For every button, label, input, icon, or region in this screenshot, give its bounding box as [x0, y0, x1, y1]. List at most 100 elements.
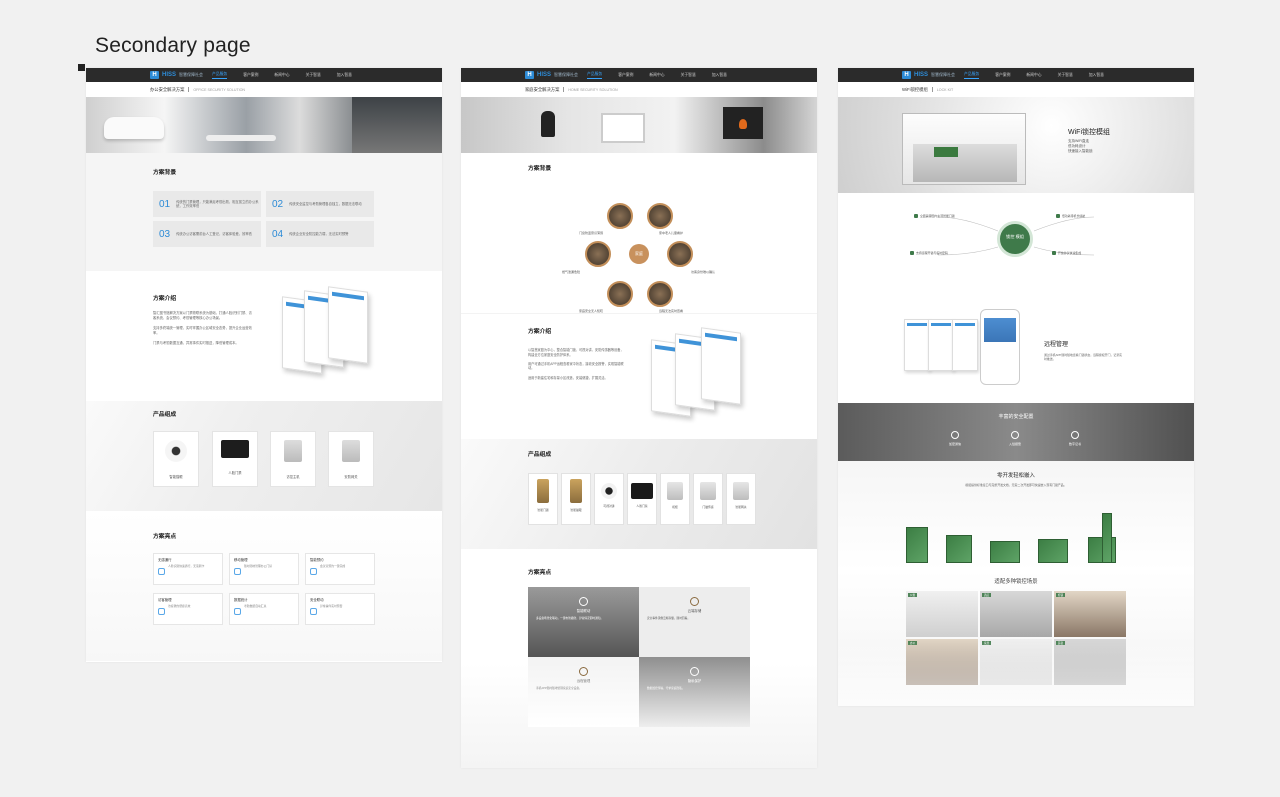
gateway-icon	[342, 440, 360, 462]
check-icon	[910, 251, 914, 255]
highlight-card: 访客管理 访客邀约便捷高效	[153, 593, 223, 625]
product-card[interactable]: 机柜	[660, 473, 690, 525]
product-card[interactable]: 人脸门禁	[212, 431, 258, 487]
lock-icon	[537, 479, 549, 503]
product-card[interactable]: 智能猫眼	[153, 431, 199, 487]
face-icon	[158, 568, 165, 575]
product-card[interactable]: 可视对讲	[594, 473, 624, 525]
board-image	[990, 541, 1020, 563]
highlight-card: 安全联动 异常事件实时预警	[305, 593, 375, 625]
scene-card[interactable]: 酒店	[980, 591, 1052, 637]
cloud-icon	[690, 597, 699, 606]
security-config-section: 丰富的安全配置 加密通信 入侵报警 数字证书	[838, 403, 1194, 461]
lock-icon	[690, 667, 699, 676]
nav-item-cases[interactable]: 客户案例	[618, 73, 633, 78]
check-icon	[1056, 214, 1060, 218]
breadcrumb: 办公安全解决方案 OFFICE SECURITY SOLUTION	[150, 86, 246, 92]
embed-section: 零开发轻松嵌入 模组提供标准接口与完整开发文档，无需二次开发即可快速嵌入现有门锁…	[838, 461, 1194, 571]
check-icon	[1052, 251, 1056, 255]
board-image	[946, 535, 972, 563]
nav-item-join[interactable]: 加入智慧	[337, 73, 352, 78]
background-card: 01 传统的门禁管理，只能满足考勤出勤，相互孤立的办公系统，工作效率低	[153, 191, 261, 217]
intro-text: 以智慧家庭为中心，整合智能门锁、可视对讲、安防传感器等设备，构建全方位家庭安全防…	[528, 348, 624, 380]
product-card[interactable]: 安防网关	[328, 431, 374, 487]
logo[interactable]: H HISS 智慧保障社会	[150, 71, 203, 79]
highlight-tile: 远程管理 手机APP随时随地管理家庭安全设备。	[528, 657, 639, 727]
chip-image	[934, 147, 958, 157]
product-card[interactable]: 智能门锁	[528, 473, 558, 525]
scene-image	[607, 203, 633, 229]
background-card: 04 传统企业安全防控能力弱，无法实时预警	[266, 221, 374, 247]
product-card[interactable]: 智能猫眼	[561, 473, 591, 525]
camera-icon	[601, 483, 617, 499]
logo[interactable]: H HISS 智慧保障社会	[902, 71, 955, 79]
module-center-badge: 锁控 模组	[997, 221, 1033, 257]
sensor-icon	[700, 482, 716, 500]
nav-item-news[interactable]: 新闻中心	[274, 73, 289, 78]
top-nav: H HISS 智慧保障社会 产品服务 客户案例 新闻中心 关于智慧 加入智慧	[461, 68, 817, 82]
calendar-icon	[310, 568, 317, 575]
phone-icon	[579, 667, 588, 676]
feature-item: 支持远程开锁与临时密码	[910, 251, 994, 255]
product-card[interactable]: 门磁传感	[693, 473, 723, 525]
background-card: 03 传统办公访客需前台人工登记，访客体验差，效率低	[153, 221, 261, 247]
cloud-icon	[234, 568, 241, 575]
nav-item-about[interactable]: 关于智慧	[681, 73, 696, 78]
intro-section: 方案介绍 智汇图书馆解决方案以门禁物联系统为基础，打通人脸识别门禁、访客系统、会…	[86, 271, 442, 401]
scene-image	[667, 241, 693, 267]
logo-icon: H	[150, 71, 159, 79]
nav-item-news[interactable]: 新闻中心	[1026, 73, 1041, 78]
scene-image	[647, 203, 673, 229]
shield-icon	[310, 608, 317, 615]
section-title: 方案背景	[153, 170, 177, 176]
scene-card[interactable]: 柜锁	[1054, 591, 1126, 637]
nav-item-products[interactable]: 产品服务	[964, 72, 980, 79]
page-heading: Secondary page	[95, 34, 251, 57]
logo-icon: H	[525, 71, 534, 79]
nav-item-join[interactable]: 加入智慧	[1089, 73, 1104, 78]
nav-item-about[interactable]: 关于智慧	[306, 73, 321, 78]
alarm-icon	[1011, 431, 1019, 439]
host-icon	[284, 440, 302, 462]
nav-item-products[interactable]: 产品服务	[587, 72, 603, 79]
app-screens-image	[282, 286, 376, 374]
mockup-wifi-lock-module: H HISS 智慧保障社会 产品服务 客户案例 新闻中心 关于智慧 加入智慧 W…	[838, 68, 1194, 706]
logo[interactable]: H HISS 智慧保障社会	[525, 71, 578, 79]
nav-item-cases[interactable]: 客户案例	[243, 73, 258, 78]
module-features-section: 锁控 模组 全面兼容国内主流智能门锁 支持远程开锁与临时密码 低功耗待机长续航 …	[838, 193, 1194, 305]
top-nav: H HISS 智慧保障社会 产品服务 客户案例 新闻中心 关于智慧 加入智慧	[838, 68, 1194, 82]
highlight-tile: 智能联动 多设备场景化联动，一键布防撤防，异常情况即时通知。	[528, 587, 639, 657]
scenarios-section: 适配多种锁控场景 公寓 酒店 柜锁 办公 家居 民宿	[838, 571, 1194, 706]
certificate-icon	[1071, 431, 1079, 439]
camera-icon	[165, 440, 187, 462]
scene-card[interactable]: 公寓	[906, 591, 978, 637]
module-banner: WiFi锁控模组 支持WiFi直连 低功耗设计 快速接入智能锁	[838, 97, 1194, 193]
security-item: 入侵报警	[1000, 431, 1030, 446]
product-card[interactable]: 人脸门禁	[627, 473, 657, 525]
security-item: 加密通信	[940, 431, 970, 446]
products-section: 产品组成 智能猫眼 人脸门禁 访控主机 安防网关	[86, 401, 442, 511]
nav-item-cases[interactable]: 客户案例	[995, 73, 1010, 78]
product-card[interactable]: 智能网关	[726, 473, 756, 525]
gateway-icon	[733, 482, 749, 500]
mockup-home-solution: H HISS 智慧保障社会 产品服务 客户案例 新闻中心 关于智慧 加入智慧 家…	[461, 68, 817, 768]
breadcrumb: WiFi锁控模组 LOCK KIT	[902, 86, 954, 92]
background-section: 方案背景 家庭 门窗防盗意识薄弱 家中老人儿童看护 燃气泄漏危险 访客身份难以确…	[528, 166, 715, 313]
highlight-tile: 隐私保护 数据加密传输，守护家庭隐私。	[639, 657, 750, 727]
mockup-office-solution: H HISS 智慧保障社会 产品服务 客户案例 新闻中心 关于智慧 加入智慧 办…	[86, 68, 442, 662]
top-nav: H HISS 智慧保障社会 产品服务 客户案例 新闻中心 关于智慧 加入智慧	[86, 68, 442, 82]
nav-item-join[interactable]: 加入智慧	[712, 73, 727, 78]
feature-item: 低功耗待机长续航	[1056, 214, 1140, 218]
feature-item: 开放协议快速集成	[1052, 251, 1136, 255]
nav-item-news[interactable]: 新闻中心	[649, 73, 664, 78]
nav-item-products[interactable]: 产品服务	[212, 72, 228, 79]
intro-text: 智汇图书馆解决方案以门禁物联系统为基础，打通人脸识别门禁、访客系统、会议预约、考…	[153, 311, 252, 345]
corner-mark	[78, 64, 85, 71]
link-icon	[579, 597, 588, 606]
nav-item-about[interactable]: 关于智慧	[1058, 73, 1073, 78]
highlight-tile: 云端存储 安全事件录像云端存储，随时回看。	[639, 587, 750, 657]
check-icon	[914, 214, 918, 218]
board-image	[1038, 539, 1068, 563]
product-card[interactable]: 访控主机	[270, 431, 316, 487]
highlight-card: 无感通行 人脸识别快速通行，无需刷卡	[153, 553, 223, 585]
